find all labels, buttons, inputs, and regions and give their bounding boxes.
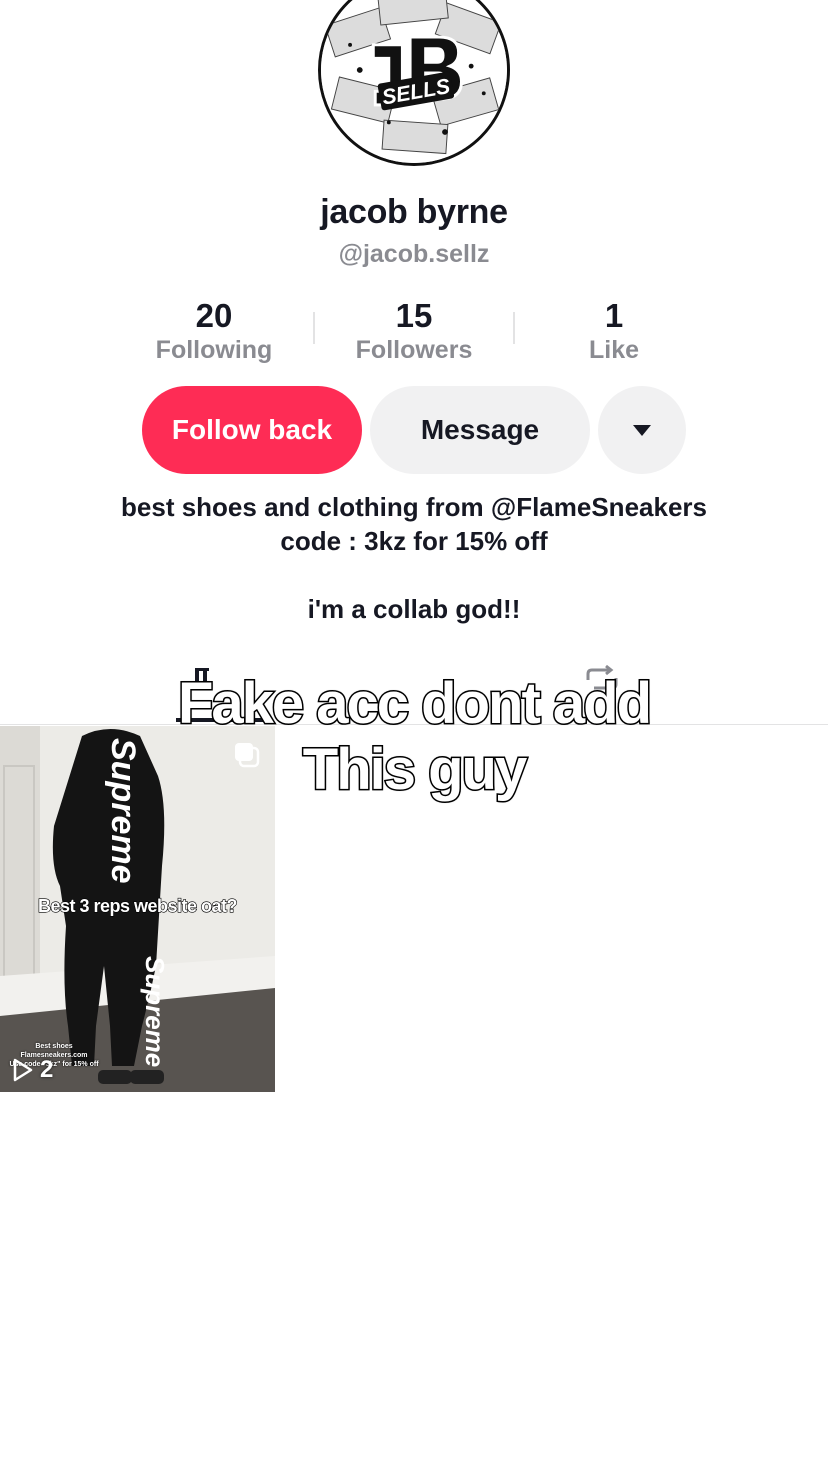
caret-down-icon: [633, 424, 651, 436]
profile-name: jacob byrne: [320, 193, 508, 231]
stat-label: Following: [155, 336, 273, 364]
overlay-text-line-2: This guy: [301, 736, 528, 804]
view-count-value: 2: [40, 1056, 54, 1083]
follow-back-button[interactable]: Follow back: [142, 386, 362, 474]
stat-likes[interactable]: 1 Like: [514, 298, 714, 366]
bio-line-2: code : 3kz for 15% off: [280, 526, 548, 556]
promo-line: Best shoes: [35, 1043, 73, 1050]
play-icon: [13, 1058, 33, 1082]
message-button[interactable]: Message: [370, 386, 590, 474]
video-caption: Best 3 reps website oat?: [37, 895, 238, 916]
more-options-button[interactable]: [598, 386, 686, 474]
stat-label: Like: [588, 336, 640, 364]
view-count: 2: [12, 1056, 53, 1084]
stat-value: 20: [195, 297, 233, 334]
profile-avatar[interactable]: SELLS: [318, 0, 510, 166]
bio-mention-link[interactable]: @FlameSneakers: [491, 492, 707, 522]
svg-text:Supreme: Supreme: [140, 956, 170, 1067]
stat-following[interactable]: 20 Following: [114, 298, 314, 366]
bio-line-1: best shoes and clothing from @FlameSneak…: [0, 492, 828, 523]
overlay-text-line-1: Fake acc dont add: [176, 670, 653, 738]
profile-handle: @jacob.sellz: [338, 240, 490, 268]
stat-value: 1: [604, 297, 624, 334]
stat-label: Followers: [355, 336, 473, 364]
stat-followers[interactable]: 15 Followers: [314, 298, 514, 366]
jb-sells-logo: SELLS: [321, 0, 507, 163]
bio-line-3: i'm a collab god!!: [307, 594, 521, 624]
bio-text: best shoes and clothing from: [121, 492, 491, 522]
stat-value: 15: [395, 297, 433, 334]
